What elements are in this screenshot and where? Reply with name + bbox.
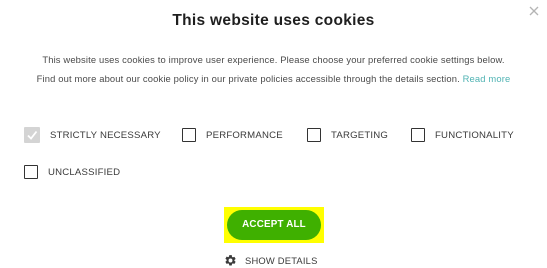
unclassified-label: UNCLASSIFIED xyxy=(48,166,121,178)
option-targeting[interactable]: TARGETING xyxy=(307,126,388,144)
option-strictly-necessary[interactable]: STRICTLY NECESSARY xyxy=(24,126,161,144)
unclassified-checkbox[interactable] xyxy=(24,165,38,179)
strictly-necessary-label: STRICTLY NECESSARY xyxy=(50,129,161,141)
targeting-checkbox[interactable] xyxy=(307,128,321,142)
accept-all-button[interactable]: ACCEPT ALL xyxy=(227,210,321,240)
cookie-description: This website uses cookies to improve use… xyxy=(8,50,539,88)
accept-all-highlight: ACCEPT ALL xyxy=(224,207,324,243)
option-unclassified[interactable]: UNCLASSIFIED xyxy=(24,163,120,181)
description-line-2: Find out more about our cookie policy in… xyxy=(36,73,460,84)
functionality-label: FUNCTIONALITY xyxy=(435,129,514,141)
cookie-consent-dialog: This website uses cookies This website u… xyxy=(0,0,547,268)
gear-icon xyxy=(225,255,236,266)
performance-label: PERFORMANCE xyxy=(206,129,283,141)
option-performance[interactable]: PERFORMANCE xyxy=(182,126,283,144)
show-details-label: SHOW DETAILS xyxy=(245,255,318,266)
show-details-button[interactable]: SHOW DETAILS xyxy=(224,254,318,267)
performance-checkbox[interactable] xyxy=(182,128,196,142)
strictly-necessary-checkbox[interactable] xyxy=(24,127,40,143)
dialog-title: This website uses cookies xyxy=(172,12,375,29)
functionality-checkbox[interactable] xyxy=(411,128,425,142)
read-more-link[interactable]: Read more xyxy=(463,73,511,84)
description-line-1: This website uses cookies to improve use… xyxy=(42,54,505,65)
targeting-label: TARGETING xyxy=(331,129,389,141)
option-functionality[interactable]: FUNCTIONALITY xyxy=(411,126,514,144)
